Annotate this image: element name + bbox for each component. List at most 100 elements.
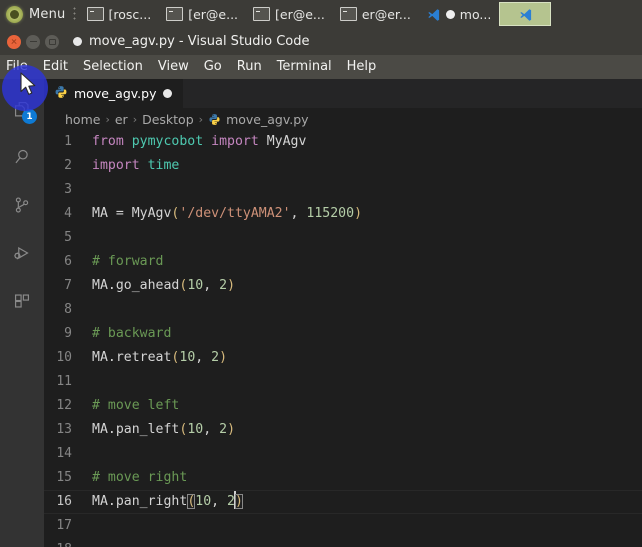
menu-item-edit[interactable]: Edit <box>43 55 68 79</box>
menu-item-run[interactable]: Run <box>237 55 262 79</box>
menu-item-file[interactable]: File <box>6 55 28 79</box>
terminal-icon <box>166 7 184 21</box>
extensions-icon <box>11 290 33 312</box>
menu-item-selection[interactable]: Selection <box>83 55 143 79</box>
code-line: 12 # move left <box>44 394 642 418</box>
taskbar-item-5[interactable] <box>499 2 552 26</box>
code-token: retreat <box>115 350 172 365</box>
line-number: 9 <box>64 326 72 341</box>
ubuntu-logo-icon <box>6 5 23 23</box>
breadcrumb-item-1[interactable]: er <box>115 112 128 127</box>
code-line-text: MA.pan_right(10, 2) <box>92 490 243 514</box>
window-task-list: [rosc... [er@e... [er@e... er@er... mo... <box>80 0 642 28</box>
terminal-icon <box>339 7 357 21</box>
close-button[interactable] <box>7 34 21 49</box>
code-line-text: import time <box>92 154 179 178</box>
code-token: MA <box>92 422 108 437</box>
code-token: pymycobot <box>131 134 204 149</box>
line-number: 18 <box>44 538 92 547</box>
code-token: . <box>107 278 116 293</box>
unsaved-indicator-icon <box>73 37 82 46</box>
window-title: move_agv.py - Visual Studio Code <box>73 34 310 49</box>
tab-move-agv-py[interactable]: move_agv.py <box>44 79 184 108</box>
line-number: 8 <box>64 302 72 317</box>
code-token: # forward <box>92 254 164 269</box>
sidebar-item-extensions[interactable] <box>0 277 44 325</box>
window-titlebar: move_agv.py - Visual Studio Code <box>0 28 642 55</box>
code-line-text: # move right <box>92 466 187 490</box>
code-token: . <box>107 494 116 509</box>
code-line: 17 <box>44 514 642 538</box>
breadcrumb-label: move_agv.py <box>226 111 309 127</box>
minimize-button[interactable] <box>26 34 40 49</box>
code-line: 13 MA.pan_left(10, 2) <box>44 418 642 442</box>
sidebar-item-run-and-debug[interactable] <box>0 229 44 277</box>
code-token: go_ahead <box>115 278 180 293</box>
code-token: '/dev/ttyAMA2' <box>179 206 291 221</box>
code-line-text: MA.retreat(10, 2) <box>92 346 227 370</box>
taskbar-item-label: [rosc... <box>108 6 152 22</box>
menu-item-view[interactable]: View <box>158 55 189 79</box>
taskbar-item-2[interactable]: [er@e... <box>246 2 332 26</box>
breadcrumb-separator-icon: › <box>105 112 110 126</box>
line-number: 5 <box>64 230 72 245</box>
code-line: 9 # backward <box>44 322 642 346</box>
code-token: import <box>92 158 140 173</box>
code-token: 10 <box>179 350 196 365</box>
breadcrumb: home › er › Desktop › move_agv.py <box>44 108 642 130</box>
breadcrumb-item-3[interactable]: move_agv.py <box>208 112 309 127</box>
line-number: 4 <box>64 206 72 221</box>
code-line: 2 import time <box>44 154 642 178</box>
python-file-icon <box>54 85 68 102</box>
code-line: 7 MA.go_ahead(10, 2) <box>44 274 642 298</box>
line-number: 7 <box>64 278 72 293</box>
code-token: = <box>115 206 132 221</box>
line-number: 6 <box>64 254 72 269</box>
taskbar-modified-icon <box>445 9 455 19</box>
code-lines: 1 from pymycobot import MyAgv 2 import time… <box>44 130 642 547</box>
code-token: , <box>290 206 307 221</box>
code-token: 10 <box>187 422 204 437</box>
menu-item-terminal[interactable]: Terminal <box>277 55 332 79</box>
code-line: 8 <box>44 298 642 322</box>
taskbar-item-0[interactable]: [rosc... <box>80 2 159 26</box>
vscode-window: move_agv.py - Visual Studio Code File Edi… <box>0 28 642 547</box>
search-icon <box>11 146 33 168</box>
code-editor[interactable]: 1 from pymycobot import MyAgv 2 import time… <box>44 130 642 547</box>
line-number: 1 <box>64 134 72 149</box>
terminal-icon <box>86 7 104 21</box>
line-number: 17 <box>56 518 72 533</box>
taskbar-item-4[interactable]: mo... <box>419 2 499 26</box>
desktop-menu-button[interactable]: Menu <box>0 0 66 28</box>
code-token: 2 <box>211 350 220 365</box>
sidebar-item-source-control[interactable] <box>0 181 44 229</box>
tab-dirty-indicator-icon[interactable] <box>162 89 172 98</box>
code-token: ) <box>354 206 363 221</box>
tabs-empty-space <box>183 79 642 108</box>
code-line: 6 # forward <box>44 250 642 274</box>
menubar: File Edit Selection View Go Run Terminal Help <box>0 55 642 79</box>
breadcrumb-item-0[interactable]: home <box>65 112 100 127</box>
code-token: 2 <box>219 422 228 437</box>
maximize-button[interactable] <box>45 34 59 49</box>
taskbar-item-1[interactable]: [er@e... <box>159 2 245 26</box>
sidebar-item-search[interactable] <box>0 133 44 181</box>
code-token: 10 <box>187 278 204 293</box>
code-token: # move left <box>92 398 180 413</box>
sidebar-item-explorer[interactable]: 1 <box>0 85 44 133</box>
line-number: 2 <box>64 158 72 173</box>
code-token: 10 <box>195 494 212 509</box>
code-token: , <box>203 422 220 437</box>
taskbar-item-3[interactable]: er@er... <box>333 2 418 26</box>
breadcrumb-item-2[interactable]: Desktop <box>142 112 194 127</box>
menu-item-go[interactable]: Go <box>204 55 222 79</box>
line-number: 11 <box>56 374 72 389</box>
code-token: , <box>211 494 228 509</box>
vscode-icon <box>426 7 441 21</box>
menu-item-help[interactable]: Help <box>347 55 377 79</box>
code-token: MyAgv <box>266 134 307 149</box>
code-token: # move right <box>92 470 188 485</box>
